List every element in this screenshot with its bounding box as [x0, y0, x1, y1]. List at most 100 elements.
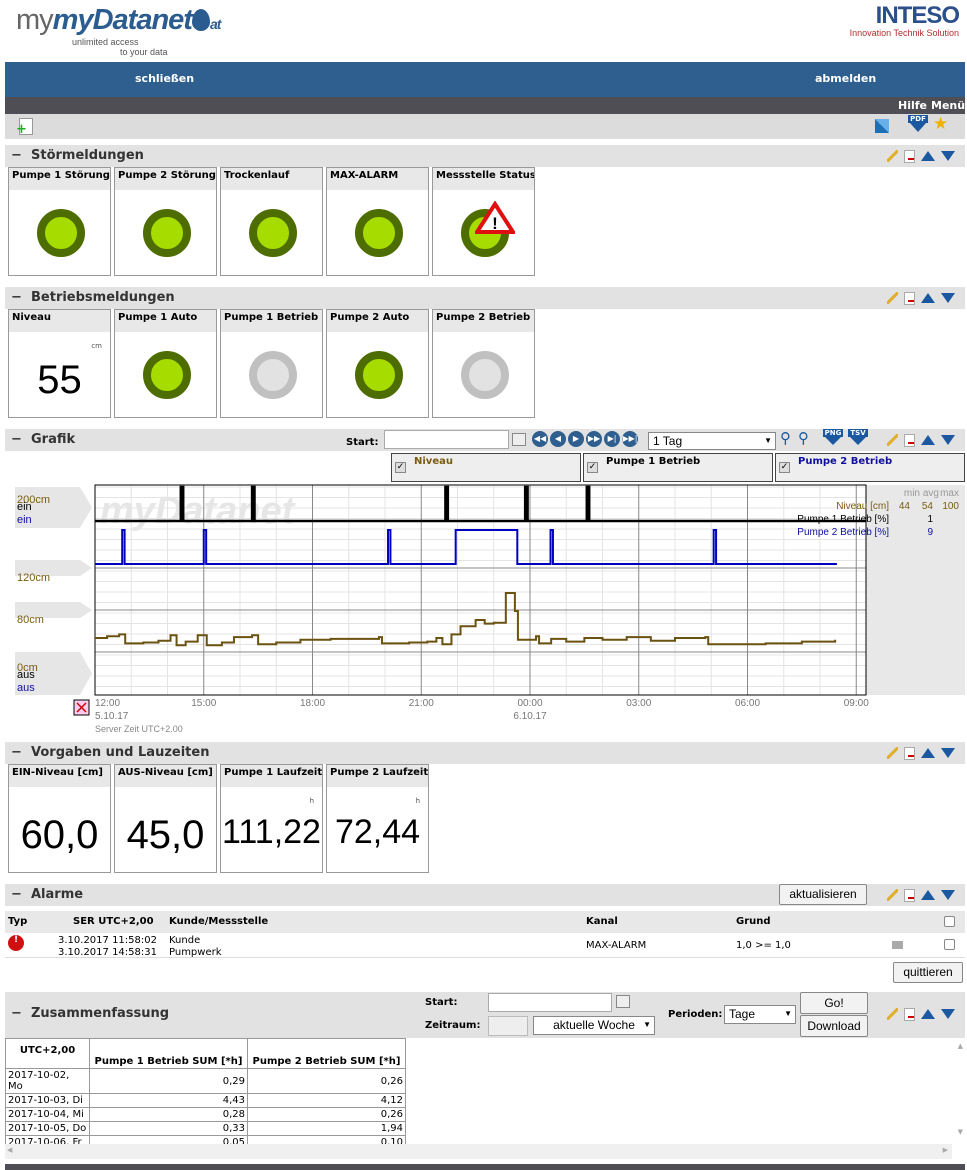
- move-down-icon[interactable]: [941, 435, 955, 445]
- tile-unit: cm: [91, 342, 102, 350]
- move-up-icon[interactable]: [921, 890, 935, 900]
- edit-icon[interactable]: [887, 1008, 898, 1020]
- zeitraum-box[interactable]: [488, 1016, 528, 1036]
- tile-label: Niveau: [9, 310, 110, 332]
- tile-label: Pumpe 2 Betrieb: [433, 310, 534, 332]
- checkbox-checked[interactable]: ✓: [779, 462, 790, 473]
- edit-icon[interactable]: [887, 292, 898, 304]
- range-select[interactable]: 1 Tag: [648, 432, 776, 450]
- legend-pumpe2[interactable]: ✓ Pumpe 2 Betrieb: [775, 453, 965, 482]
- tile-label: Pumpe 2 Störung: [115, 168, 216, 190]
- move-down-icon[interactable]: [941, 890, 955, 900]
- perioden-select[interactable]: Tage: [724, 1005, 796, 1024]
- help-link[interactable]: Hilfe: [898, 99, 927, 112]
- collapse-icon[interactable]: −: [11, 432, 22, 447]
- collapse-icon[interactable]: −: [11, 1006, 22, 1021]
- scroll-up-arrow[interactable]: ▲: [958, 1042, 963, 1050]
- delete-icon[interactable]: [904, 746, 915, 760]
- legend-pumpe1[interactable]: ✓ Pumpe 1 Betrieb: [583, 453, 773, 482]
- pumpe2-series-line: [95, 529, 837, 565]
- mydatanet-logo: mymyDatanet at unlimited access to your d…: [16, 4, 221, 57]
- status-tile: Pumpe 1 Betrieb: [220, 309, 323, 418]
- download-button[interactable]: Download: [800, 1015, 868, 1037]
- section-header-vorgaben: − Vorgaben und Lauzeiten: [5, 742, 965, 764]
- go-button[interactable]: Go!: [800, 992, 868, 1014]
- horizontal-scrollbar[interactable]: ◀ ▶: [5, 1144, 952, 1159]
- zoom-out-icon[interactable]: ⚲: [798, 429, 809, 447]
- stats-header: avg: [923, 488, 939, 499]
- collapse-icon[interactable]: −: [11, 745, 22, 760]
- close-link[interactable]: schließen: [135, 72, 194, 85]
- calendar-icon[interactable]: [616, 995, 630, 1008]
- move-up-icon[interactable]: [921, 1009, 935, 1019]
- move-down-icon[interactable]: [941, 151, 955, 161]
- tile-value: 60,0: [20, 813, 99, 857]
- move-up-icon[interactable]: [921, 151, 935, 161]
- scroll-left-arrow[interactable]: ◀: [7, 1146, 12, 1154]
- refresh-button[interactable]: aktualisieren: [779, 884, 867, 905]
- collapse-icon[interactable]: −: [11, 148, 22, 163]
- delete-icon[interactable]: [904, 291, 915, 305]
- table-cell: 4,43: [89, 1093, 248, 1108]
- x-tick-label: 06:00: [735, 698, 760, 709]
- delete-icon[interactable]: [904, 149, 915, 163]
- pdf-download-icon[interactable]: PDF: [908, 115, 928, 137]
- tile-value: 45,0: [126, 813, 205, 857]
- table-row: 2017-10-05, Do 0,33 1,94: [5, 1121, 406, 1136]
- x-tick-label: 00:00: [517, 698, 542, 709]
- scroll-right-arrow[interactable]: ▶: [943, 1146, 948, 1154]
- forward-icon[interactable]: ▶|: [604, 431, 620, 447]
- play-icon[interactable]: ▶: [568, 431, 584, 447]
- move-down-icon[interactable]: [941, 293, 955, 303]
- checkbox-checked[interactable]: ✓: [587, 462, 598, 473]
- collapse-icon[interactable]: −: [11, 290, 22, 305]
- scroll-down-arrow[interactable]: ▼: [958, 1128, 963, 1136]
- prev-icon[interactable]: ◀: [550, 431, 566, 447]
- external-link-icon[interactable]: [875, 119, 889, 133]
- table-cell: 0,26: [247, 1068, 406, 1094]
- x-date-label: 5.10.17: [95, 711, 129, 722]
- logout-link[interactable]: abmelden: [815, 72, 876, 85]
- move-up-icon[interactable]: [921, 748, 935, 758]
- move-up-icon[interactable]: [921, 435, 935, 445]
- calendar-icon[interactable]: [512, 433, 526, 446]
- summary-start-input[interactable]: [488, 993, 612, 1012]
- section-title: Alarme: [31, 887, 84, 902]
- add-page-icon[interactable]: +: [16, 118, 33, 136]
- edit-icon[interactable]: [887, 150, 898, 162]
- start-date-input[interactable]: [384, 430, 509, 449]
- zoom-in-icon[interactable]: ⚲: [780, 429, 791, 447]
- mail-icon[interactable]: [892, 941, 903, 949]
- zeitraum-select[interactable]: aktuelle Woche: [533, 1016, 655, 1035]
- move-down-icon[interactable]: [941, 748, 955, 758]
- status-tile: MAX-ALARM: [326, 167, 429, 276]
- alarm-checkbox[interactable]: [944, 939, 955, 950]
- favorite-star-icon[interactable]: ★: [933, 114, 948, 134]
- edit-icon[interactable]: [887, 889, 898, 901]
- select-all-checkbox[interactable]: [944, 916, 955, 927]
- move-down-icon[interactable]: [941, 1009, 955, 1019]
- section-header-betriebsmeldungen: − Betriebsmeldungen: [5, 287, 965, 309]
- checkbox-checked[interactable]: ✓: [395, 462, 406, 473]
- delete-icon[interactable]: [904, 1007, 915, 1021]
- last-icon[interactable]: ▶▶|: [622, 431, 638, 447]
- delete-icon[interactable]: [904, 888, 915, 902]
- first-icon[interactable]: ◀◀: [532, 431, 548, 447]
- stats-value: 100: [942, 501, 959, 512]
- stoermeldungen-tiles: Pumpe 1 Störung Pumpe 2 Störung Trockenlau…: [0, 167, 967, 277]
- edit-icon[interactable]: [887, 434, 898, 446]
- acknowledge-button[interactable]: quittieren: [893, 962, 963, 983]
- move-up-icon[interactable]: [921, 293, 935, 303]
- x-tick-label: 18:00: [300, 698, 325, 709]
- tsv-download-icon[interactable]: TSV: [848, 429, 868, 445]
- menu-link[interactable]: Menü: [931, 99, 965, 112]
- delete-icon[interactable]: [904, 433, 915, 447]
- niveau-chart: myDatanet200cm120cm80cm0cmeineinausausmi…: [15, 484, 965, 734]
- png-download-icon[interactable]: PNG: [823, 429, 843, 445]
- edit-icon[interactable]: [887, 747, 898, 759]
- x-tick-label: 12:00: [95, 698, 120, 709]
- next-icon[interactable]: ▶▶: [586, 431, 602, 447]
- table-row: 2017-10-02, Mo 0,29 0,26: [5, 1068, 406, 1094]
- collapse-icon[interactable]: −: [11, 887, 22, 902]
- legend-niveau[interactable]: ✓ Niveau: [391, 453, 581, 482]
